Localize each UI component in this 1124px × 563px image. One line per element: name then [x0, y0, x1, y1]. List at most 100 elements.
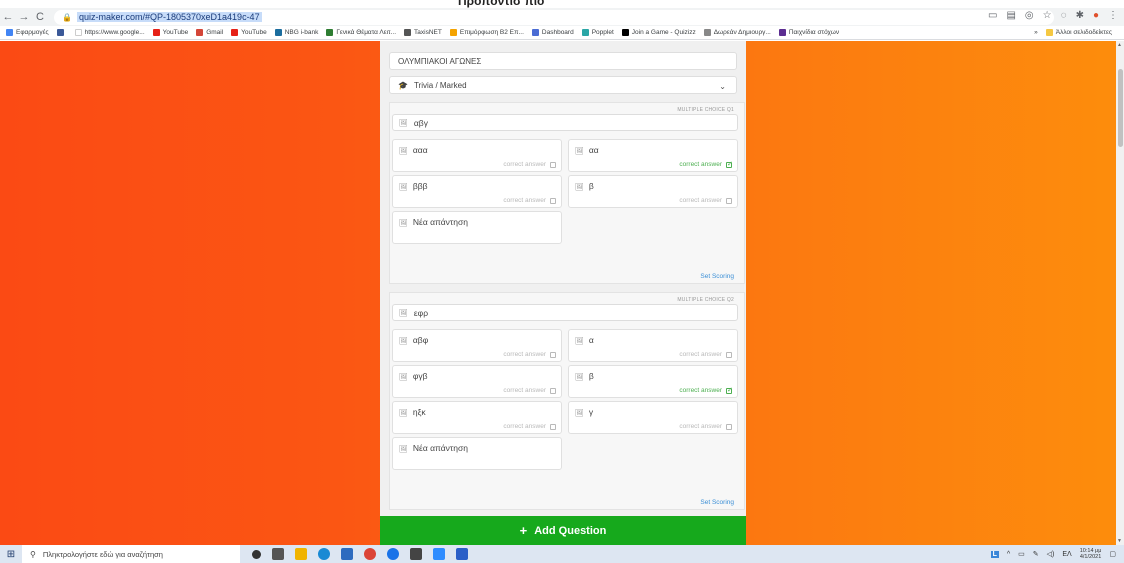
star-icon[interactable]: ☆: [1043, 10, 1052, 21]
bookmark-item[interactable]: Dashboard: [531, 29, 574, 36]
correct-answer-checkbox[interactable]: [726, 423, 732, 430]
edge-icon[interactable]: [318, 548, 330, 560]
correct-answer-toggle[interactable]: correct answer: [503, 161, 556, 168]
puzzle-icon[interactable]: ✱: [1076, 10, 1084, 21]
image-icon[interactable]: 🖼: [575, 148, 584, 155]
cortana-icon[interactable]: [252, 549, 261, 559]
correct-answer-checkbox[interactable]: [726, 351, 732, 358]
tray-badge[interactable]: L: [990, 550, 999, 558]
bookmark-item[interactable]: Δωρεάν Δημιουργ...: [703, 29, 771, 36]
image-icon[interactable]: 🖼: [399, 309, 408, 317]
quiz-type-select[interactable]: 🎓 Trivia / Marked ⌄: [389, 76, 737, 94]
image-icon[interactable]: 🖼: [399, 119, 408, 127]
correct-answer-checkbox[interactable]: [550, 351, 556, 358]
answer-option[interactable]: 🖼 ααα correct answer: [392, 139, 562, 172]
other-bookmarks[interactable]: Άλλοι σελιδοδείκτες: [1045, 29, 1112, 36]
answer-option[interactable]: 🖼 γ correct answer: [568, 401, 738, 434]
add-question-button[interactable]: + Add Question: [380, 516, 746, 545]
image-icon[interactable]: 🖼: [399, 184, 408, 191]
image-icon[interactable]: 🖼: [575, 374, 584, 381]
network-icon[interactable]: ▭: [1018, 550, 1025, 558]
set-scoring-link[interactable]: Set Scoring: [700, 273, 734, 280]
clock[interactable]: 10:14 μμ 4/1/2021: [1080, 548, 1102, 560]
bookmark-item[interactable]: Gmail: [196, 29, 223, 36]
correct-answer-toggle[interactable]: correct answer: [679, 351, 732, 358]
image-icon[interactable]: 🖼: [399, 446, 408, 453]
forward-icon[interactable]: →: [16, 11, 32, 23]
image-icon[interactable]: 🖼: [399, 220, 408, 227]
image-icon[interactable]: 🖼: [575, 338, 584, 345]
correct-answer-checkbox[interactable]: [726, 386, 733, 394]
bookmark-item[interactable]: Επιμόρφωση Β2 Επ...: [449, 29, 524, 36]
correct-answer-checkbox[interactable]: [550, 161, 556, 168]
image-icon[interactable]: 🖼: [575, 410, 584, 417]
scrollbar-thumb[interactable]: [1118, 69, 1123, 147]
correct-answer-checkbox[interactable]: [550, 423, 556, 430]
correct-answer-toggle[interactable]: correct answer: [503, 387, 556, 394]
correct-answer-toggle[interactable]: correct answer: [503, 423, 556, 430]
answer-option[interactable]: 🖼 ηξκ correct answer: [392, 401, 562, 434]
eye-off-icon[interactable]: ◎: [1025, 10, 1034, 21]
question-text-field[interactable]: 🖼 αβγ: [392, 114, 738, 131]
scroll-down-icon[interactable]: ▼: [1117, 538, 1122, 544]
task-view-icon[interactable]: [272, 548, 284, 560]
bookmark-item[interactable]: Γενικά Θέματα Λειτ...: [326, 29, 396, 36]
bookmark-item[interactable]: [56, 29, 67, 36]
store-icon[interactable]: [341, 548, 353, 560]
image-icon[interactable]: 🖼: [399, 374, 408, 381]
correct-answer-toggle[interactable]: correct answer: [679, 423, 732, 430]
correct-answer-checkbox[interactable]: [550, 197, 556, 204]
bookmark-item[interactable]: Εφαρμογές: [6, 29, 49, 36]
language-indicator[interactable]: ΕΛ: [1062, 551, 1071, 558]
bookmark-item[interactable]: https://www.google...: [74, 29, 145, 36]
cast-icon[interactable]: ▭: [988, 10, 997, 21]
notifications-icon[interactable]: ▢: [1109, 550, 1116, 558]
bookmark-item[interactable]: Join a Game - Quizizz: [621, 29, 696, 36]
taskbar-search[interactable]: ⚲ Πληκτρολογήστε εδώ για αναζήτηση: [22, 545, 240, 563]
profile-icon[interactable]: ●: [1093, 10, 1099, 21]
menu-icon[interactable]: ⋮: [1108, 10, 1118, 21]
windows-start-icon[interactable]: ⊞: [0, 549, 22, 560]
bookmarks-overflow-button[interactable]: »: [1034, 29, 1038, 36]
quiz-title-field[interactable]: ΟΛΥΜΠΙΑΚΟΙ ΑΓΩΝΕΣ: [389, 52, 737, 70]
bookmark-item[interactable]: Popplet: [581, 29, 614, 36]
correct-answer-toggle[interactable]: correct answer: [679, 160, 733, 169]
bookmark-item[interactable]: YouTube: [231, 29, 267, 36]
image-icon[interactable]: 🖼: [399, 338, 408, 345]
url-text[interactable]: quiz-maker.com/#QP-1805370xeD1a419c-47: [76, 12, 262, 22]
page-scrollbar[interactable]: ▲ ▼: [1116, 41, 1124, 545]
answer-option[interactable]: 🖼 α correct answer: [568, 329, 738, 362]
file-explorer-icon[interactable]: [295, 548, 307, 560]
question-text-field[interactable]: 🖼 εφρ: [392, 304, 738, 321]
zoom-icon[interactable]: [433, 548, 445, 560]
image-icon[interactable]: 🖼: [399, 410, 408, 417]
correct-answer-checkbox[interactable]: [726, 197, 732, 204]
correct-answer-toggle[interactable]: correct answer: [679, 386, 733, 395]
answer-option[interactable]: 🖼 αα correct answer: [568, 139, 738, 172]
address-bar[interactable]: 🔒 quiz-maker.com/#QP-1805370xeD1a419c-47: [54, 9, 1054, 25]
answer-option[interactable]: 🖼 β correct answer: [568, 365, 738, 398]
scroll-up-icon[interactable]: ▲: [1117, 42, 1122, 48]
correct-answer-checkbox[interactable]: [550, 387, 556, 394]
correct-answer-toggle[interactable]: correct answer: [503, 351, 556, 358]
bookmark-item[interactable]: TaxisNET: [404, 29, 442, 36]
translate-icon[interactable]: ▤: [1006, 10, 1015, 21]
bookmark-item[interactable]: NBG i-bank: [274, 29, 318, 36]
new-answer-field[interactable]: 🖼 Νέα απάντηση: [392, 437, 562, 470]
set-scoring-link[interactable]: Set Scoring: [700, 499, 734, 506]
bookmark-item[interactable]: YouTube: [152, 29, 188, 36]
back-icon[interactable]: ←: [0, 11, 16, 23]
correct-answer-toggle[interactable]: correct answer: [503, 197, 556, 204]
image-icon[interactable]: 🖼: [399, 148, 408, 155]
correct-answer-checkbox[interactable]: [726, 160, 733, 168]
app-arrow-icon[interactable]: [456, 548, 468, 560]
chrome-icon[interactable]: [364, 548, 376, 560]
answer-option[interactable]: 🖼 αβφ correct answer: [392, 329, 562, 362]
extension-icon[interactable]: ◌: [1061, 10, 1067, 21]
volume-icon[interactable]: ◁): [1047, 550, 1055, 558]
chevron-up-icon[interactable]: ^: [1007, 551, 1010, 558]
app-circle-icon[interactable]: [387, 548, 399, 560]
new-answer-field[interactable]: 🖼 Νέα απάντηση: [392, 211, 562, 244]
bookmark-item[interactable]: Παιχνίδια στόχων: [778, 29, 839, 36]
image-icon[interactable]: 🖼: [575, 184, 584, 191]
